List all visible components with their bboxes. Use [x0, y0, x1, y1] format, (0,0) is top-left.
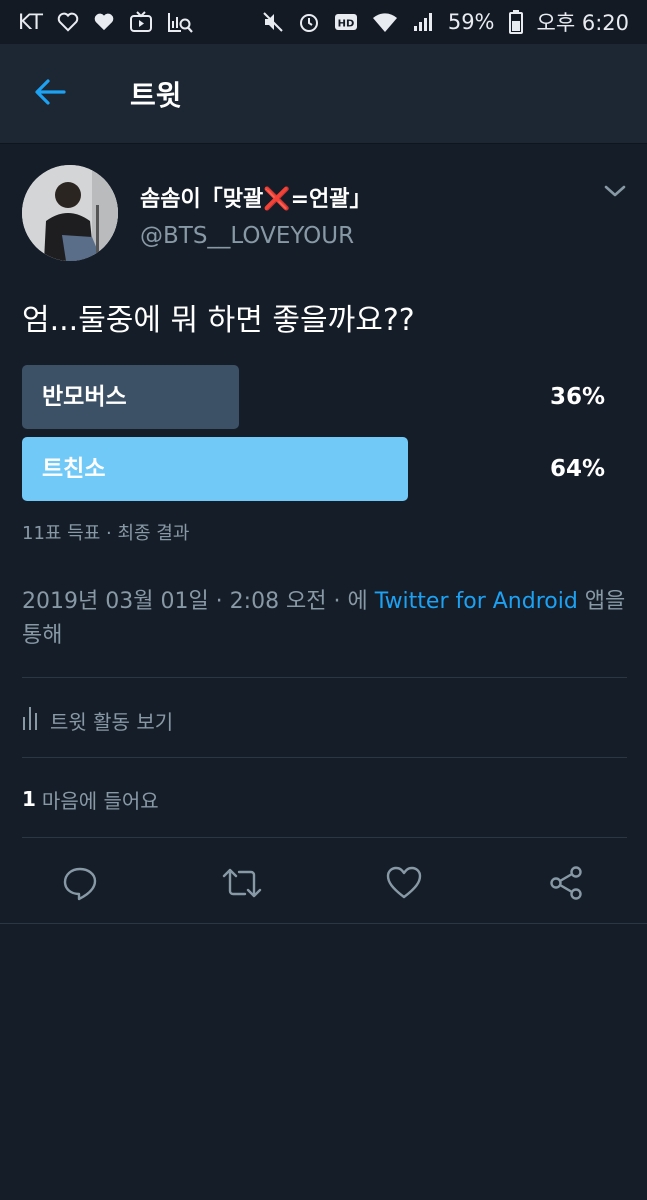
- hd-icon: HD: [334, 12, 358, 32]
- reply-button[interactable]: [57, 862, 103, 908]
- author-handle[interactable]: @BTS__LOVEYOUR: [140, 223, 354, 249]
- arrow-left-icon: [34, 78, 66, 110]
- likes-label: 마음에 들어요: [41, 788, 159, 813]
- heart-outline-icon: [57, 12, 79, 32]
- source-link[interactable]: Twitter for Android: [375, 589, 578, 614]
- retweet-icon: [221, 865, 263, 905]
- poll-option-label: 트친소: [42, 456, 106, 482]
- author-name[interactable]: 솜솜이「맞괄❌=언괄」: [140, 181, 372, 213]
- app-header: 트윗: [0, 44, 647, 144]
- divider: [22, 757, 627, 758]
- likes-count: 1: [22, 787, 36, 811]
- heart-filled-icon: [93, 12, 115, 32]
- divider: [22, 837, 627, 838]
- share-icon: [548, 865, 584, 905]
- clock: 오후 6:20: [536, 11, 629, 35]
- activity-label: 트윗 활동 보기: [50, 709, 174, 734]
- stats-search-icon: [167, 11, 193, 33]
- poll-option-label: 반모버스: [42, 384, 127, 410]
- view-activity-button[interactable]: 트윗 활동 보기: [22, 700, 173, 740]
- heart-icon: [386, 866, 422, 904]
- wifi-icon: [372, 11, 398, 33]
- tweet-text: 엄...둘중에 뭐 하면 좋을까요??: [22, 303, 415, 338]
- poll-option: 트친소 64%: [22, 437, 605, 501]
- tweet-actions: [0, 850, 647, 920]
- bar-chart-icon: [22, 705, 38, 736]
- tv-icon: [129, 11, 153, 33]
- like-button[interactable]: [381, 862, 427, 908]
- divider: [0, 923, 647, 924]
- carrier-label: KT: [18, 10, 43, 34]
- retweet-button[interactable]: [219, 862, 265, 908]
- svg-text:HD: HD: [337, 19, 354, 30]
- reply-icon: [62, 865, 98, 905]
- avatar[interactable]: [22, 165, 118, 261]
- tweet-timestamp: 2019년 03월 01일 · 2:08 오전 · 에 Twitter for …: [22, 585, 632, 653]
- battery-percent: 59%: [447, 10, 495, 34]
- chevron-down-icon[interactable]: [603, 183, 627, 203]
- poll-option: 반모버스 36%: [22, 365, 605, 429]
- mute-icon: [262, 11, 284, 33]
- poll-option-percent: 64%: [549, 456, 605, 482]
- author-row: 솜솜이「맞괄❌=언괄」 @BTS__LOVEYOUR: [0, 145, 647, 275]
- poll-meta: 11표 득표 · 최종 결과: [22, 523, 190, 544]
- status-bar: KT HD 59% 오후 6:20: [0, 0, 647, 44]
- battery-icon: [508, 10, 523, 34]
- timestamp-date: 2019년 03월 01일 · 2:08 오전 · 에: [22, 589, 375, 614]
- signal-icon: [412, 11, 434, 33]
- share-button[interactable]: [543, 862, 589, 908]
- likes-summary[interactable]: 1 마음에 들어요: [22, 781, 159, 817]
- page-title: 트윗: [130, 78, 182, 112]
- alarm-icon: [298, 11, 320, 33]
- tweet-detail: 솜솜이「맞괄❌=언괄」 @BTS__LOVEYOUR 엄...둘중에 뭐 하면 …: [0, 145, 647, 924]
- divider: [22, 677, 627, 678]
- back-button[interactable]: [0, 44, 100, 144]
- poll-option-percent: 36%: [549, 384, 605, 410]
